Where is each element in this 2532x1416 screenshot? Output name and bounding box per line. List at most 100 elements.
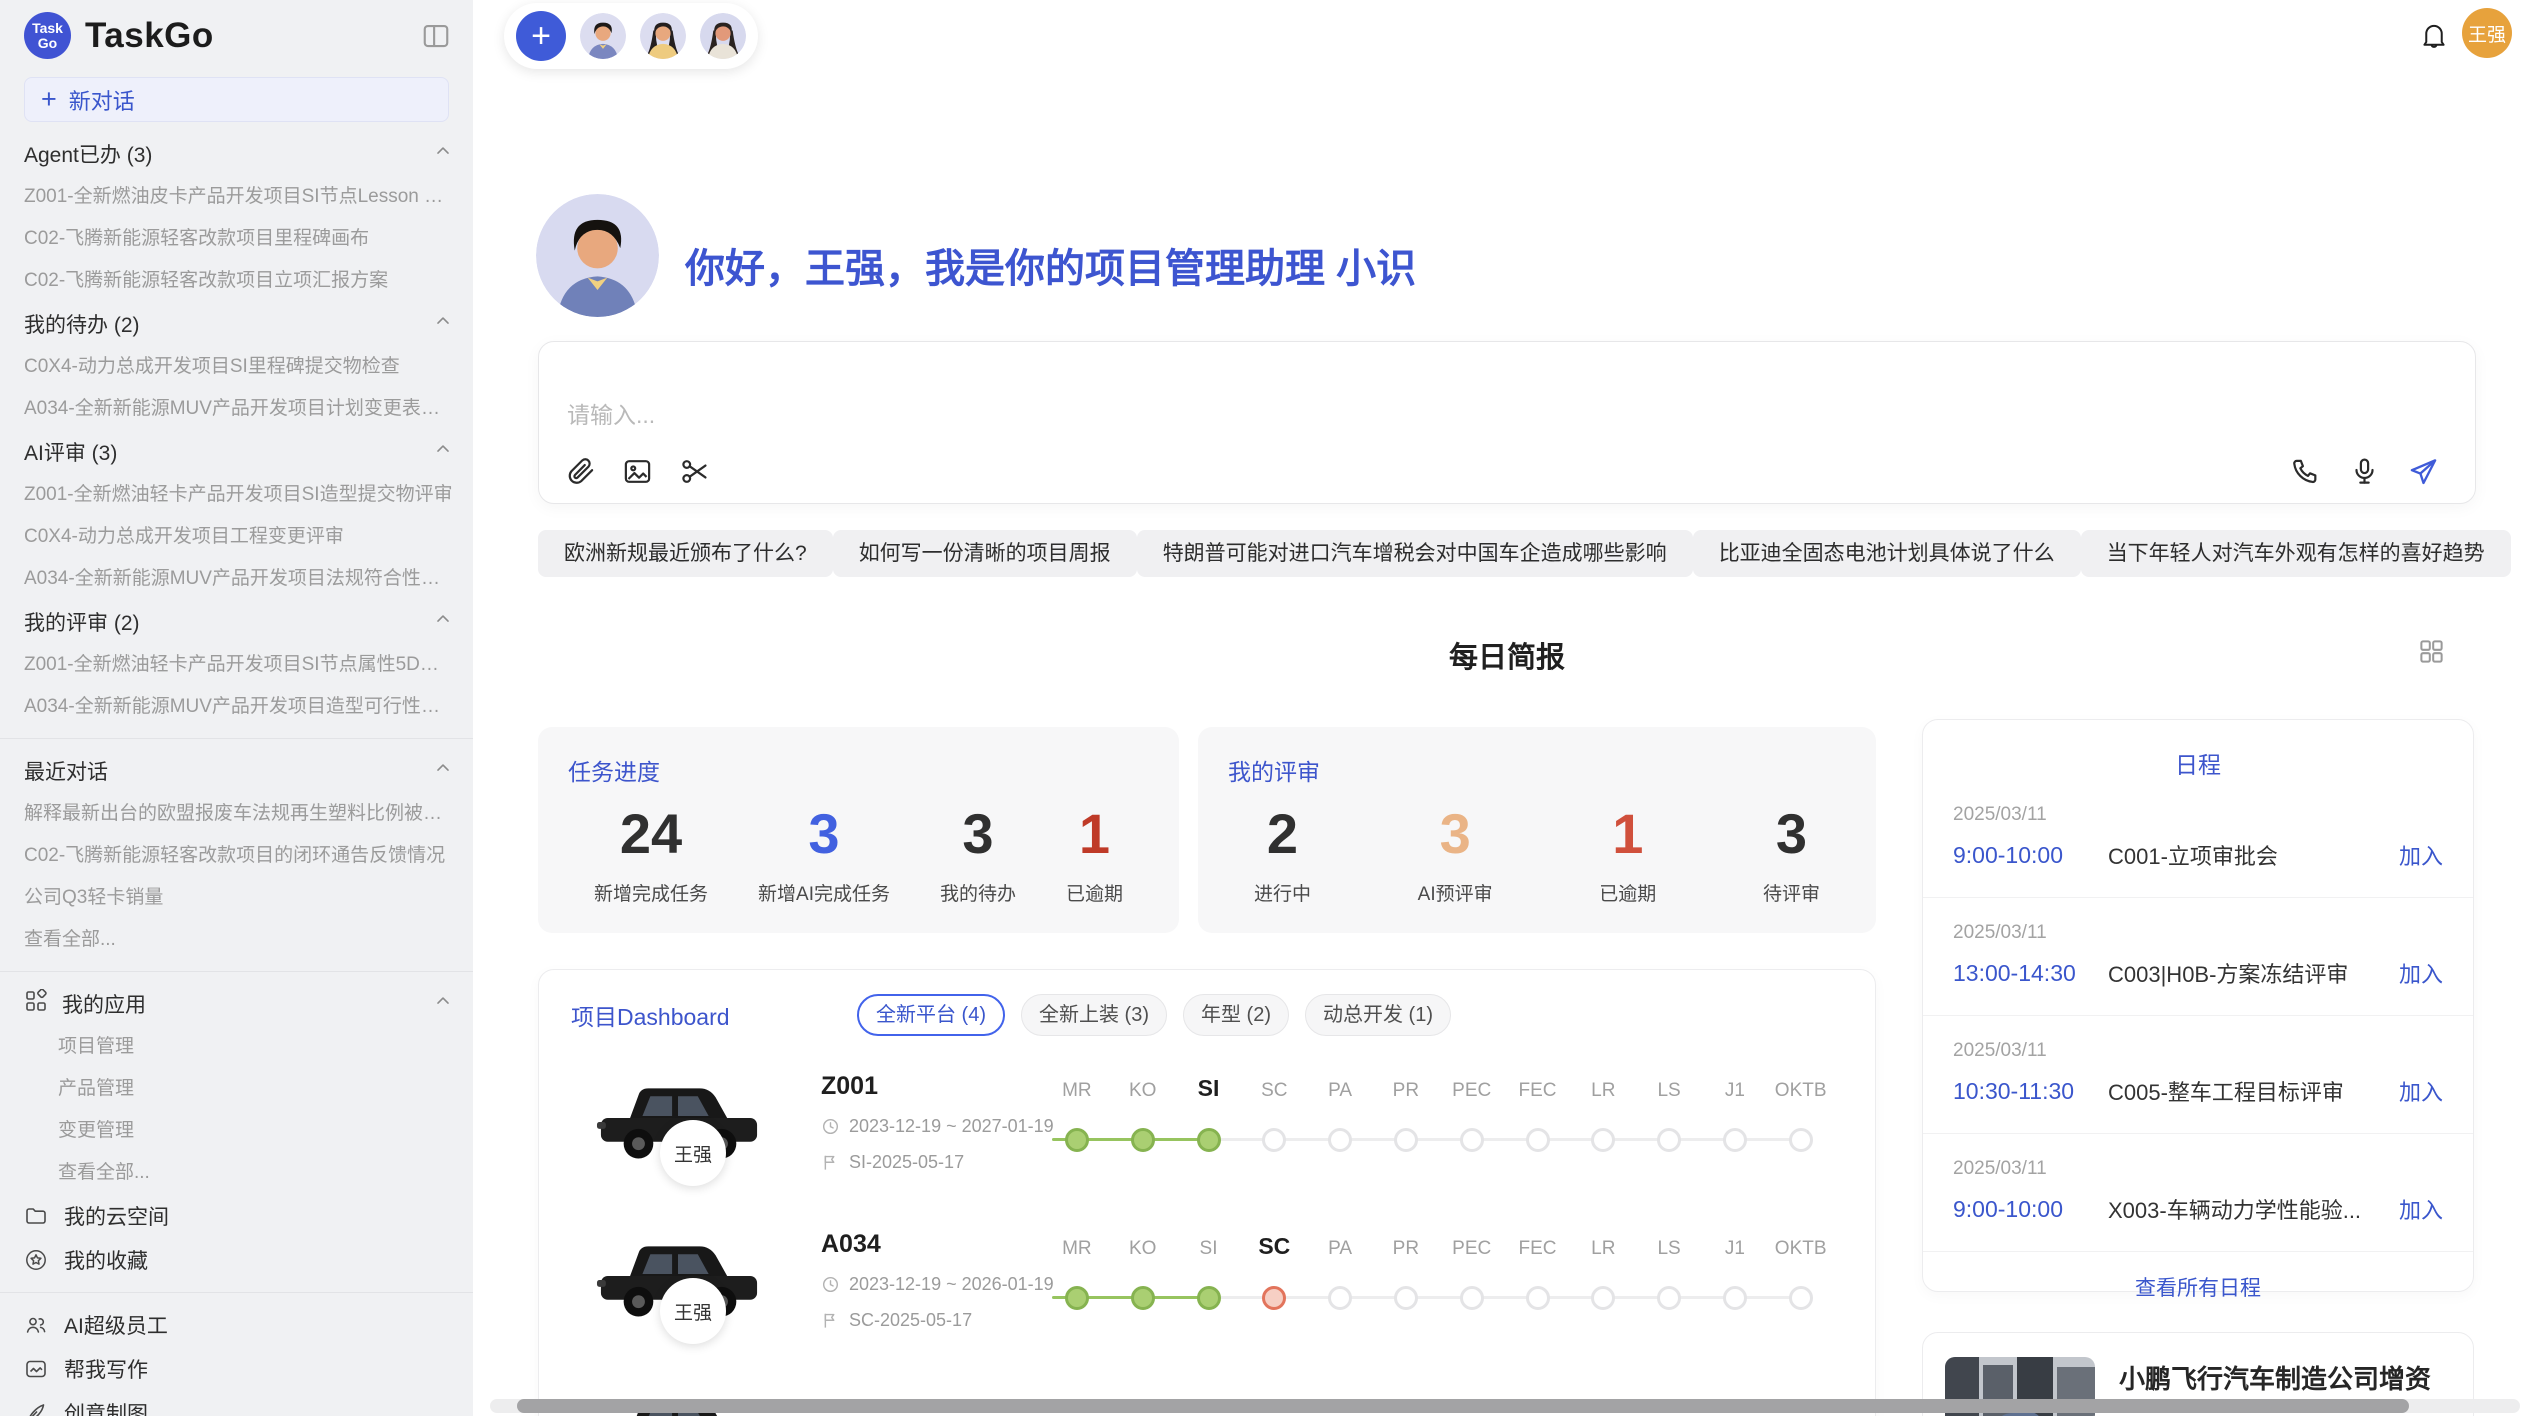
sidebar-item[interactable]: C0X4-动力总成开发项目工程变更评审 — [0, 516, 473, 558]
microphone-icon[interactable] — [2349, 456, 2380, 487]
milestone-dot — [1328, 1286, 1352, 1310]
sidebar-section-header[interactable]: 我的待办 (2) — [0, 302, 473, 346]
milestone-dot — [1657, 1286, 1681, 1310]
layout-grid-icon[interactable] — [2418, 638, 2445, 665]
milestone-dot — [1262, 1286, 1286, 1310]
app-window: Task Go TaskGo + 新对话 Agent已办 (3)Z001-全新燃… — [0, 0, 2532, 1416]
dashboard-tab[interactable]: 全新上装 (3) — [1021, 994, 1167, 1036]
suggestion-chip[interactable]: 比亚迪全固态电池计划具体说了什么 — [1693, 530, 2081, 577]
sidebar-item[interactable]: A034-全新新能源MUV产品开发项目造型可行性评审 — [0, 686, 473, 728]
stat: 3新增AI完成任务 — [758, 803, 890, 906]
milestone-dot — [1065, 1286, 1089, 1310]
sidebar-item[interactable]: C02-飞腾新能源轻客改款项目立项汇报方案 — [0, 260, 473, 302]
sidebar-section-header[interactable]: 最近对话 — [0, 749, 473, 793]
sidebar-item[interactable]: 变更管理 — [0, 1110, 473, 1152]
project-owner-badge: 王强 — [660, 1278, 726, 1344]
horizontal-scrollbar-thumb[interactable] — [517, 1399, 2409, 1413]
sidebar-item[interactable]: 公司Q3轻卡销量 — [0, 877, 473, 919]
milestone-dot — [1789, 1286, 1813, 1310]
sidebar-tool-item[interactable]: AI超级员工 — [0, 1303, 473, 1347]
collapse-sidebar-icon[interactable] — [421, 21, 451, 51]
milestone-dot — [1460, 1128, 1484, 1152]
sidebar-item[interactable]: C02-飞腾新能源轻客改款项目的闭环通告反馈情况 — [0, 835, 473, 877]
event-join-link[interactable]: 加入 — [2399, 1193, 2443, 1225]
chevron-up-icon — [433, 439, 453, 465]
sidebar-item[interactable]: C0X4-动力总成开发项目SI里程碑提交物检查 — [0, 346, 473, 388]
user-avatar[interactable]: 王强 — [2462, 8, 2512, 58]
milestone-label: SC — [1241, 1233, 1307, 1260]
sidebar-item[interactable]: Z001-全新燃油轻卡产品开发项目SI造型提交物评审 — [0, 474, 473, 516]
sidebar-link-favorites[interactable]: 我的收藏 — [0, 1238, 473, 1282]
project-dates: 2023-12-19 ~ 2027-01-19 — [821, 1116, 1054, 1137]
dashboard-tab[interactable]: 全新平台 (4) — [857, 994, 1005, 1036]
image-icon[interactable] — [622, 456, 653, 487]
sidebar-item[interactable]: 解释最新出台的欧盟报废车法规再生塑料比例被调至15%... — [0, 793, 473, 835]
milestone-labels: MRKOSISCPAPRPECFECLRLSJ1OKTB — [1044, 1064, 1834, 1102]
sidebar-item[interactable]: Z001-全新燃油皮卡产品开发项目SI节点Lesson Learn报告 — [0, 176, 473, 218]
suggestion-chip[interactable]: 当下年轻人对汽车外观有怎样的喜好趋势 — [2081, 530, 2511, 577]
sidebar-item[interactable]: A034-全新新能源MUV产品开发项目法规符合性评审 — [0, 558, 473, 600]
input-toolbar-right — [2290, 456, 2439, 487]
voice-call-icon[interactable] — [2290, 456, 2321, 487]
new-chat-button[interactable]: + 新对话 — [24, 77, 449, 122]
sidebar-item[interactable]: 项目管理 — [0, 1026, 473, 1068]
milestone-label: MR — [1044, 1238, 1110, 1260]
event-join-link[interactable]: 加入 — [2399, 839, 2443, 871]
scissors-icon[interactable] — [679, 456, 710, 487]
sidebar-item[interactable]: A034-全新新能源MUV产品开发项目计划变更表编写 — [0, 388, 473, 430]
agent-avatar-1[interactable] — [580, 13, 626, 59]
sidebar-item[interactable]: 产品管理 — [0, 1068, 473, 1110]
app-title: TaskGo — [85, 16, 421, 56]
milestone-label: PEC — [1439, 1080, 1505, 1102]
send-icon[interactable] — [2408, 456, 2439, 487]
sidebar-section-title: AI评审 (3) — [24, 437, 433, 467]
cloud-space-icon — [24, 1204, 48, 1228]
event-main: 13:00-14:30C003|H0B-方案冻结评审加入 — [1953, 957, 2443, 989]
project-info: Z0012023-12-19 ~ 2027-01-19SI-2025-05-17 — [821, 1072, 1054, 1173]
event-name: C005-整车工程目标评审 — [2108, 1075, 2399, 1107]
add-agent-button[interactable]: + — [516, 11, 566, 61]
sidebar-item[interactable]: Z001-全新燃油轻卡产品开发项目SI节点属性5D文件评审 — [0, 644, 473, 686]
suggestion-chip[interactable]: 如何写一份清晰的项目周报 — [833, 530, 1137, 577]
project-code: A034 — [821, 1230, 1054, 1259]
view-all-schedule-link[interactable]: 查看所有日程 — [1923, 1272, 2473, 1302]
event-time: 9:00-10:00 — [1953, 842, 2108, 869]
dashboard-tab[interactable]: 动总开发 (1) — [1305, 994, 1451, 1036]
agent-switcher: + — [504, 3, 758, 69]
event-join-link[interactable]: 加入 — [2399, 957, 2443, 989]
milestone-dot — [1328, 1128, 1352, 1152]
sidebar-section-header[interactable]: 我的评审 (2) — [0, 600, 473, 644]
stat: 1已逾期 — [1066, 803, 1123, 906]
stat: 24新增完成任务 — [594, 803, 708, 906]
sidebar-section-header[interactable]: 我的应用 — [0, 982, 473, 1026]
project-flag-text: SI-2025-05-17 — [849, 1152, 964, 1173]
my-review-card: 我的评审 2进行中3AI预评审1已逾期3待评审 — [1198, 727, 1876, 933]
assistant-avatar — [536, 194, 659, 317]
sidebar-link-label: 我的收藏 — [64, 1245, 148, 1275]
project-flag: SI-2025-05-17 — [821, 1152, 1054, 1173]
sidebar-section-title: 最近对话 — [24, 756, 433, 786]
event-date: 2025/03/11 — [1953, 1040, 2443, 1062]
agent-avatar-3[interactable] — [700, 13, 746, 59]
milestone-label: FEC — [1505, 1238, 1571, 1260]
agent-avatar-2[interactable] — [640, 13, 686, 59]
milestone-dot — [1526, 1128, 1550, 1152]
sidebar-section-header[interactable]: Agent已办 (3) — [0, 132, 473, 176]
sidebar-item[interactable]: 查看全部... — [0, 919, 473, 961]
sidebar-link-cloud-space[interactable]: 我的云空间 — [0, 1194, 473, 1238]
sidebar-section-header[interactable]: AI评审 (3) — [0, 430, 473, 474]
chat-input[interactable] — [565, 394, 2429, 450]
dashboard-tab[interactable]: 年型 (2) — [1183, 994, 1289, 1036]
attach-icon[interactable] — [565, 456, 596, 487]
project-row[interactable]: 王强A0342023-12-19 ~ 2026-01-19SC-2025-05-… — [539, 1222, 1875, 1380]
sidebar-item[interactable]: 查看全部... — [0, 1152, 473, 1194]
suggestion-chip[interactable]: 欧洲新规最近颁布了什么? — [538, 530, 833, 577]
project-row[interactable]: 王强Z0012023-12-19 ~ 2027-01-19SI-2025-05-… — [539, 1064, 1875, 1222]
sidebar-tool-item[interactable]: 帮我写作 — [0, 1347, 473, 1391]
sidebar-tool-item[interactable]: 创意制图 — [0, 1391, 473, 1416]
logo-text-2: Go — [38, 36, 57, 51]
event-join-link[interactable]: 加入 — [2399, 1075, 2443, 1107]
suggestion-chip[interactable]: 特朗普可能对进口汽车增税会对中国车企造成哪些影响 — [1137, 530, 1693, 577]
notification-bell-icon[interactable] — [2418, 20, 2450, 52]
sidebar-item[interactable]: C02-飞腾新能源轻客改款项目里程碑画布 — [0, 218, 473, 260]
